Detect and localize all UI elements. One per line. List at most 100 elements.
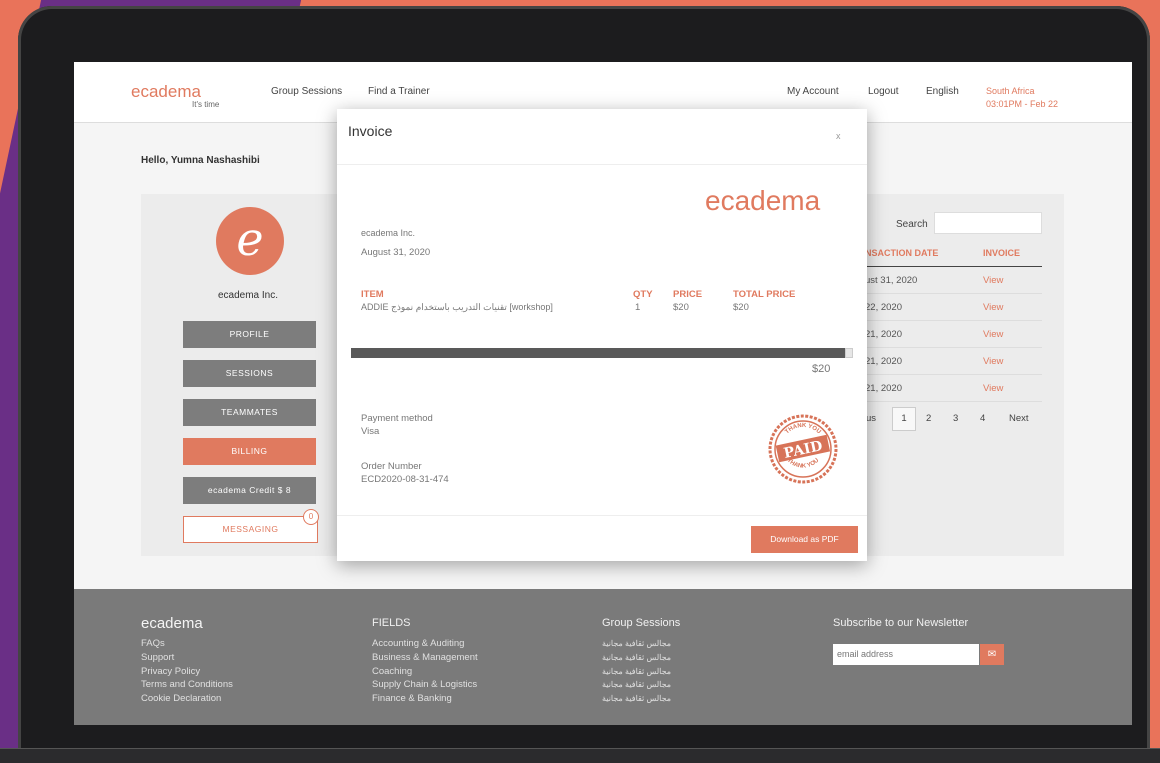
footer-link-support[interactable]: Support [141, 651, 233, 665]
sessions-button[interactable]: SESSIONS [183, 360, 316, 387]
table-row-date: 21, 2020 [865, 329, 902, 340]
credit-button[interactable]: ecadema Credit $ 8 [183, 477, 316, 504]
footer-link-terms[interactable]: Terms and Conditions [141, 678, 233, 692]
pager-next[interactable]: Next [1009, 413, 1029, 424]
footer-fields-list: Accounting & Auditing Business & Managem… [372, 637, 478, 706]
close-icon[interactable]: x [836, 131, 841, 141]
svg-text:THANK YOU: THANK YOU [786, 458, 821, 470]
pager-page-4[interactable]: 4 [980, 413, 985, 424]
billing-button[interactable]: BILLING [183, 438, 316, 465]
pager-page-2[interactable]: 2 [926, 413, 931, 424]
table-row-divider [864, 347, 1042, 348]
stamp-main-text: PAID [782, 438, 824, 462]
item-price: $20 [673, 302, 689, 313]
nav-find-trainer[interactable]: Find a Trainer [368, 86, 430, 97]
payment-method-value: Visa [361, 426, 380, 437]
region-info[interactable]: South Africa 03:01PM - Feb 22 [986, 85, 1058, 111]
pager-page-1[interactable]: 1 [892, 407, 916, 431]
total-divider-bar [351, 348, 845, 358]
table-row-date: 22, 2020 [865, 302, 902, 313]
message-count-badge: 0 [303, 509, 319, 525]
view-invoice-link[interactable]: View [983, 383, 1003, 394]
site-tagline: It's time [192, 100, 220, 109]
footer-group-sessions-heading: Group Sessions [602, 617, 681, 629]
footer-link-privacy[interactable]: Privacy Policy [141, 665, 233, 679]
footer-group-link[interactable]: مجالس ثقافية مجانية [602, 678, 671, 692]
table-row-date: 21, 2020 [865, 356, 902, 367]
item-qty: 1 [635, 302, 641, 313]
nav-logout[interactable]: Logout [868, 86, 899, 97]
table-header-divider [864, 266, 1042, 267]
nav-group-sessions[interactable]: Group Sessions [271, 86, 342, 97]
paid-stamp-icon: THANK YOU PAID THANK YOU [768, 414, 838, 484]
region-country: South Africa [986, 86, 1035, 96]
footer-group-link[interactable]: مجالس ثقافية مجانية [602, 692, 671, 706]
view-invoice-link[interactable]: View [983, 302, 1003, 313]
payment-method-label: Payment method [361, 413, 433, 424]
footer-fields-heading: FIELDS [372, 617, 411, 629]
column-item: ITEM [361, 289, 384, 300]
column-total-price: TOTAL PRICE [733, 289, 796, 300]
view-invoice-link[interactable]: View [983, 356, 1003, 367]
total-divider-end [845, 348, 853, 358]
modal-footer-divider [337, 515, 867, 516]
view-invoice-link[interactable]: View [983, 275, 1003, 286]
footer-group-sessions-list: مجالس ثقافية مجانية مجالس ثقافية مجانية … [602, 637, 671, 706]
invoice-grand-total: $20 [812, 363, 831, 375]
invoice-company: ecadema Inc. [361, 228, 416, 238]
modal-header-divider [337, 164, 867, 165]
avatar: e [216, 207, 284, 275]
column-price: PRICE [673, 289, 703, 300]
footer-links: FAQs Support Privacy Policy Terms and Co… [141, 637, 233, 706]
item-name: ADDIE تقنيات التدريب باستخدام نموذج [wor… [361, 302, 553, 312]
footer-logo[interactable]: ecadema [141, 615, 203, 632]
table-row-divider [864, 374, 1042, 375]
footer-link-cookies[interactable]: Cookie Declaration [141, 692, 233, 706]
footer-group-link[interactable]: مجالس ثقافية مجانية [602, 637, 671, 651]
footer-link-faqs[interactable]: FAQs [141, 637, 233, 651]
invoice-brand-logo: ecadema [705, 185, 821, 216]
footer-field-link[interactable]: Finance & Banking [372, 692, 478, 706]
download-pdf-button[interactable]: Download as PDF [751, 526, 858, 553]
pager-page-3[interactable]: 3 [953, 413, 958, 424]
footer-group-link[interactable]: مجالس ثقافية مجانية [602, 651, 671, 665]
greeting-text: Hello, Yumna Nashashibi [141, 155, 260, 166]
view-invoice-link[interactable]: View [983, 329, 1003, 340]
footer-field-link[interactable]: Accounting & Auditing [372, 637, 478, 651]
profile-name: ecadema Inc. [217, 290, 279, 301]
site-footer: ecadema FAQs Support Privacy Policy Term… [74, 589, 1132, 725]
order-number-label: Order Number [361, 461, 422, 472]
footer-field-link[interactable]: Business & Management [372, 651, 478, 665]
footer-field-link[interactable]: Coaching [372, 665, 478, 679]
table-row-divider [864, 401, 1042, 402]
search-input[interactable] [934, 212, 1042, 234]
region-time: 03:01PM - Feb 22 [986, 99, 1059, 109]
mail-icon[interactable]: ✉ [980, 644, 1004, 665]
column-invoice[interactable]: INVOICE [983, 248, 1020, 258]
column-transaction-date[interactable]: NSACTION DATE [865, 248, 938, 258]
newsletter-heading: Subscribe to our Newsletter [833, 617, 969, 629]
footer-field-link[interactable]: Supply Chain & Logistics [372, 678, 478, 692]
table-row-divider [864, 293, 1042, 294]
item-total-price: $20 [733, 302, 749, 313]
profile-button[interactable]: PROFILE [183, 321, 316, 348]
browser-screen: ecadema It's time Group Sessions Find a … [74, 62, 1132, 725]
laptop-base [0, 748, 1160, 763]
messaging-button[interactable]: MESSAGING [183, 516, 318, 543]
nav-my-account[interactable]: My Account [787, 86, 839, 97]
invoice-modal: Invoice x ecadema ecadema Inc. August 31… [337, 109, 867, 561]
laptop-frame: ecadema It's time Group Sessions Find a … [18, 6, 1150, 763]
search-label: Search [896, 219, 928, 230]
teammates-button[interactable]: TEAMMATES [183, 399, 316, 426]
stamp-bottom-text: THANK YOU [786, 458, 821, 470]
pager-previous[interactable]: us [866, 413, 876, 424]
order-number-value: ECD2020-08-31-474 [361, 474, 449, 485]
site-logo[interactable]: ecadema [131, 82, 201, 102]
column-qty: QTY [633, 289, 653, 300]
newsletter-email-input[interactable]: email address [833, 644, 979, 665]
footer-group-link[interactable]: مجالس ثقافية مجانية [602, 665, 671, 679]
language-selector[interactable]: English [926, 86, 959, 97]
table-row-date: 21, 2020 [865, 383, 902, 394]
invoice-date: August 31, 2020 [361, 247, 431, 258]
table-row-date: ust 31, 2020 [865, 275, 918, 286]
